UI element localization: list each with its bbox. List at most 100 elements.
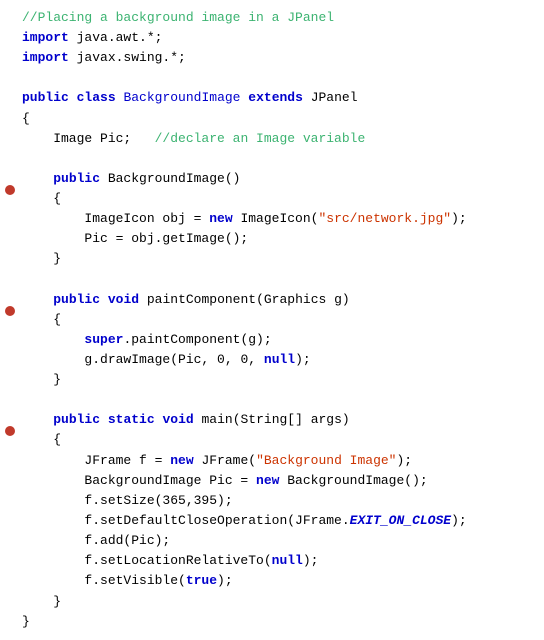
code-line: f.setSize(365,395); [0, 491, 544, 511]
token [22, 332, 84, 347]
token: Image Pic; [22, 131, 155, 146]
token: } [22, 372, 61, 387]
code-line: Pic = obj.getImage(); [0, 229, 544, 249]
token: class [77, 90, 116, 105]
token: f.setDefaultCloseOperation(JFrame. [22, 513, 350, 528]
token: public [53, 292, 100, 307]
line-content: f.setVisible(true); [22, 571, 536, 591]
code-line: { [0, 109, 544, 129]
code-line: } [0, 249, 544, 269]
token: //declare an Image variable [155, 131, 366, 146]
token: f.setSize(365,395); [22, 493, 233, 508]
token: ImageIcon obj = [22, 211, 209, 226]
token: main(String[] args) [194, 412, 350, 427]
token: new [256, 473, 279, 488]
line-content: import javax.swing.*; [22, 48, 536, 68]
token: ); [217, 573, 233, 588]
code-line: ImageIcon obj = new ImageIcon("src/netwo… [0, 209, 544, 229]
token: ); [451, 211, 467, 226]
code-editor: //Placing a background image in a JPanel… [0, 0, 544, 640]
token: "src/network.jpg" [318, 211, 451, 226]
token [22, 171, 53, 186]
token: } [22, 594, 61, 609]
line-content: super.paintComponent(g); [22, 330, 536, 350]
line-content: f.setSize(365,395); [22, 491, 536, 511]
token: BackgroundImage(); [279, 473, 427, 488]
token: } [22, 251, 61, 266]
line-content: Pic = obj.getImage(); [22, 229, 536, 249]
code-line: f.setDefaultCloseOperation(JFrame.EXIT_O… [0, 511, 544, 531]
code-line: public class BackgroundImage extends JPa… [0, 88, 544, 108]
code-line: g.drawImage(Pic, 0, 0, null); [0, 350, 544, 370]
code-line: BackgroundImage Pic = new BackgroundImag… [0, 471, 544, 491]
code-line [0, 390, 544, 410]
token: void [162, 412, 193, 427]
line-content: Image Pic; //declare an Image variable [22, 129, 536, 149]
code-line: { [0, 189, 544, 209]
line-content: } [22, 370, 536, 390]
token: { [22, 191, 61, 206]
code-line: super.paintComponent(g); [0, 330, 544, 350]
token [22, 412, 53, 427]
token: { [22, 432, 61, 447]
token: import [22, 30, 69, 45]
breakpoint-indicator [5, 185, 15, 195]
token [69, 90, 77, 105]
token: static [108, 412, 155, 427]
token: EXIT_ON_CLOSE [350, 513, 451, 528]
token: public [22, 90, 69, 105]
token: BackgroundImage() [100, 171, 240, 186]
code-line: JFrame f = new JFrame("Background Image"… [0, 451, 544, 471]
token: { [22, 111, 30, 126]
line-content: public BackgroundImage() [22, 169, 536, 189]
code-line: } [0, 370, 544, 390]
token: BackgroundImage [123, 90, 240, 105]
code-line: Image Pic; //declare an Image variable [0, 129, 544, 149]
line-content: import java.awt.*; [22, 28, 536, 48]
token: new [170, 453, 193, 468]
code-line: f.add(Pic); [0, 531, 544, 551]
line-content: { [22, 310, 536, 330]
line-content: } [22, 612, 536, 632]
code-line: public BackgroundImage() [0, 169, 544, 189]
token: JFrame( [194, 453, 256, 468]
code-line: public void paintComponent(Graphics g) [0, 290, 544, 310]
token: java.awt.*; [69, 30, 163, 45]
code-line [0, 270, 544, 290]
line-content: public void paintComponent(Graphics g) [22, 290, 536, 310]
code-line: import java.awt.*; [0, 28, 544, 48]
line-content: public static void main(String[] args) [22, 410, 536, 430]
code-line: import javax.swing.*; [0, 48, 544, 68]
token: //Placing a background image in a JPanel [22, 10, 334, 25]
token: g.drawImage(Pic, [22, 352, 217, 367]
token: paintComponent(Graphics g) [139, 292, 350, 307]
code-line: { [0, 310, 544, 330]
token: true [186, 573, 217, 588]
line-content: ImageIcon obj = new ImageIcon("src/netwo… [22, 209, 536, 229]
token: , [248, 352, 264, 367]
token: JFrame f = [22, 453, 170, 468]
token: ImageIcon( [233, 211, 319, 226]
token: { [22, 312, 61, 327]
token: ); [397, 453, 413, 468]
token: JPanel [303, 90, 358, 105]
code-line [0, 68, 544, 88]
token: Pic = obj.getImage(); [22, 231, 248, 246]
code-line [0, 149, 544, 169]
line-content: public class BackgroundImage extends JPa… [22, 88, 536, 108]
token: f.setVisible( [22, 573, 186, 588]
line-content: JFrame f = new JFrame("Background Image"… [22, 451, 536, 471]
token: void [108, 292, 139, 307]
breakpoint-indicator [5, 306, 15, 316]
token: f.add(Pic); [22, 533, 170, 548]
token: new [209, 211, 232, 226]
token: ); [295, 352, 311, 367]
token: "Background Image" [256, 453, 396, 468]
line-content: } [22, 249, 536, 269]
token: f.setLocationRelativeTo( [22, 553, 272, 568]
code-line: //Placing a background image in a JPanel [0, 8, 544, 28]
line-content: { [22, 430, 536, 450]
line-content: g.drawImage(Pic, 0, 0, null); [22, 350, 536, 370]
line-content: { [22, 109, 536, 129]
token: super [84, 332, 123, 347]
